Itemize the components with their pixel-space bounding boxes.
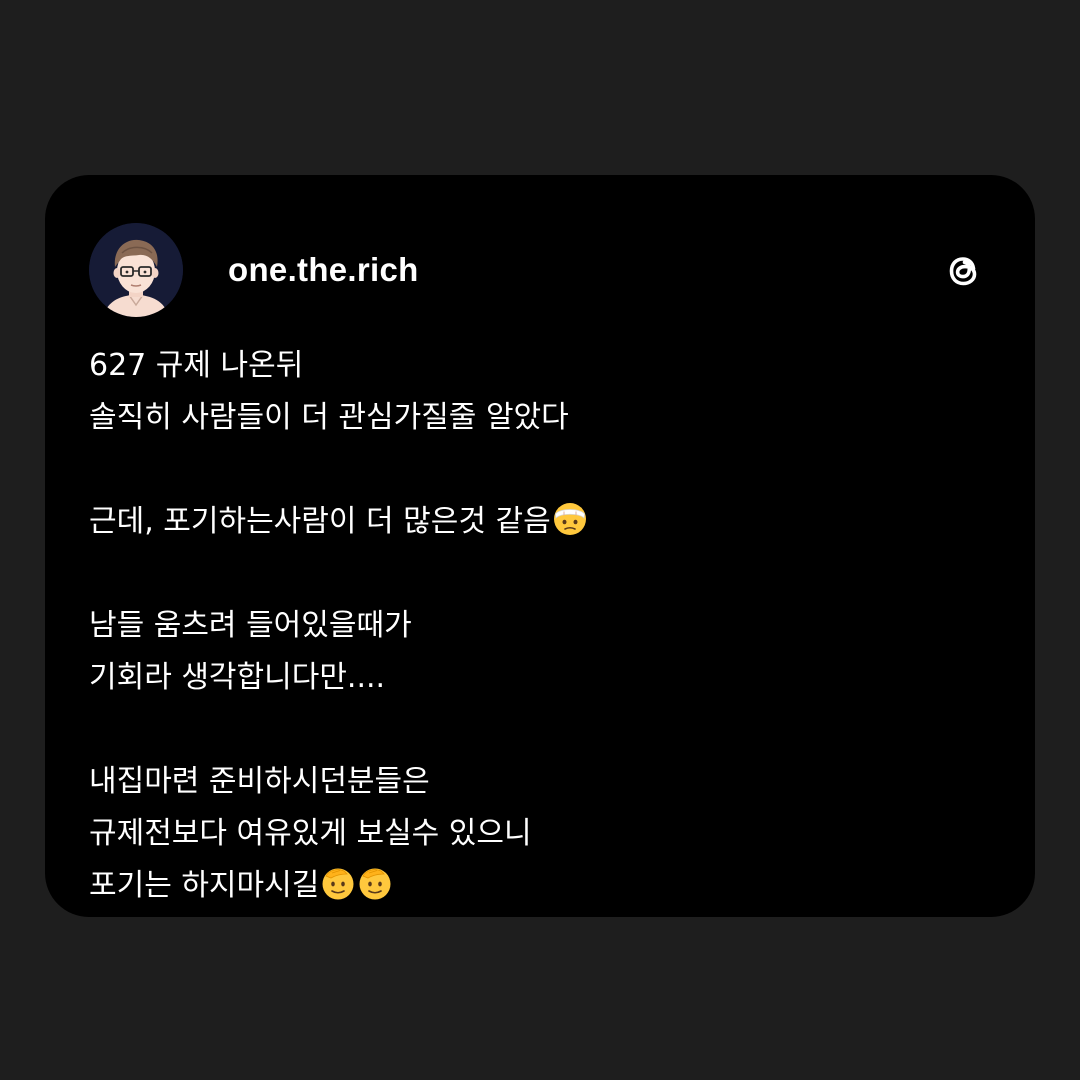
saluting-face-emoji bbox=[359, 868, 391, 900]
threads-post-card: one.the.rich 627 규제 나온뒤 솔직히 사람들이 더 관심가질줄… bbox=[45, 175, 1035, 917]
post-text-line: 기회라 생각합니다만.... bbox=[89, 660, 386, 695]
face-with-head-bandage-emoji bbox=[553, 503, 586, 535]
post-header: one.the.rich bbox=[89, 223, 987, 317]
saluting-face-emoji bbox=[322, 868, 354, 900]
post-text: 포기는 하지마시길 bbox=[89, 868, 320, 903]
post-text: 근데, 포기하는사람이 더 많은것 같음 bbox=[89, 504, 551, 539]
post-text-line: 규제전보다 여유있게 보실수 있으니 bbox=[89, 816, 532, 851]
post-text-line: 627 규제 나온뒤 bbox=[89, 348, 304, 383]
threads-logo-icon[interactable] bbox=[939, 246, 987, 294]
post-text-line: 솔직히 사람들이 더 관심가질줄 알았다 bbox=[89, 400, 569, 435]
post-blank-line bbox=[89, 444, 991, 496]
post-text-line: 내집마련 준비하시던분들은 bbox=[89, 764, 430, 799]
post-text-line-with-emoji: 포기는 하지마시길 bbox=[89, 860, 991, 912]
post-blank-line bbox=[89, 704, 991, 756]
post-blank-line bbox=[89, 548, 991, 600]
avatar-illustration-icon bbox=[89, 223, 183, 317]
post-text-line-with-emoji: 근데, 포기하는사람이 더 많은것 같음 bbox=[89, 496, 991, 548]
page: one.the.rich 627 규제 나온뒤 솔직히 사람들이 더 관심가질줄… bbox=[0, 0, 1080, 1080]
post-body: 627 규제 나온뒤 솔직히 사람들이 더 관심가질줄 알았다 근데, 포기하는… bbox=[89, 340, 991, 912]
author-username[interactable]: one.the.rich bbox=[228, 251, 419, 289]
post-text-line: 남들 움츠려 들어있을때가 bbox=[89, 608, 412, 643]
author-avatar[interactable] bbox=[89, 223, 183, 317]
